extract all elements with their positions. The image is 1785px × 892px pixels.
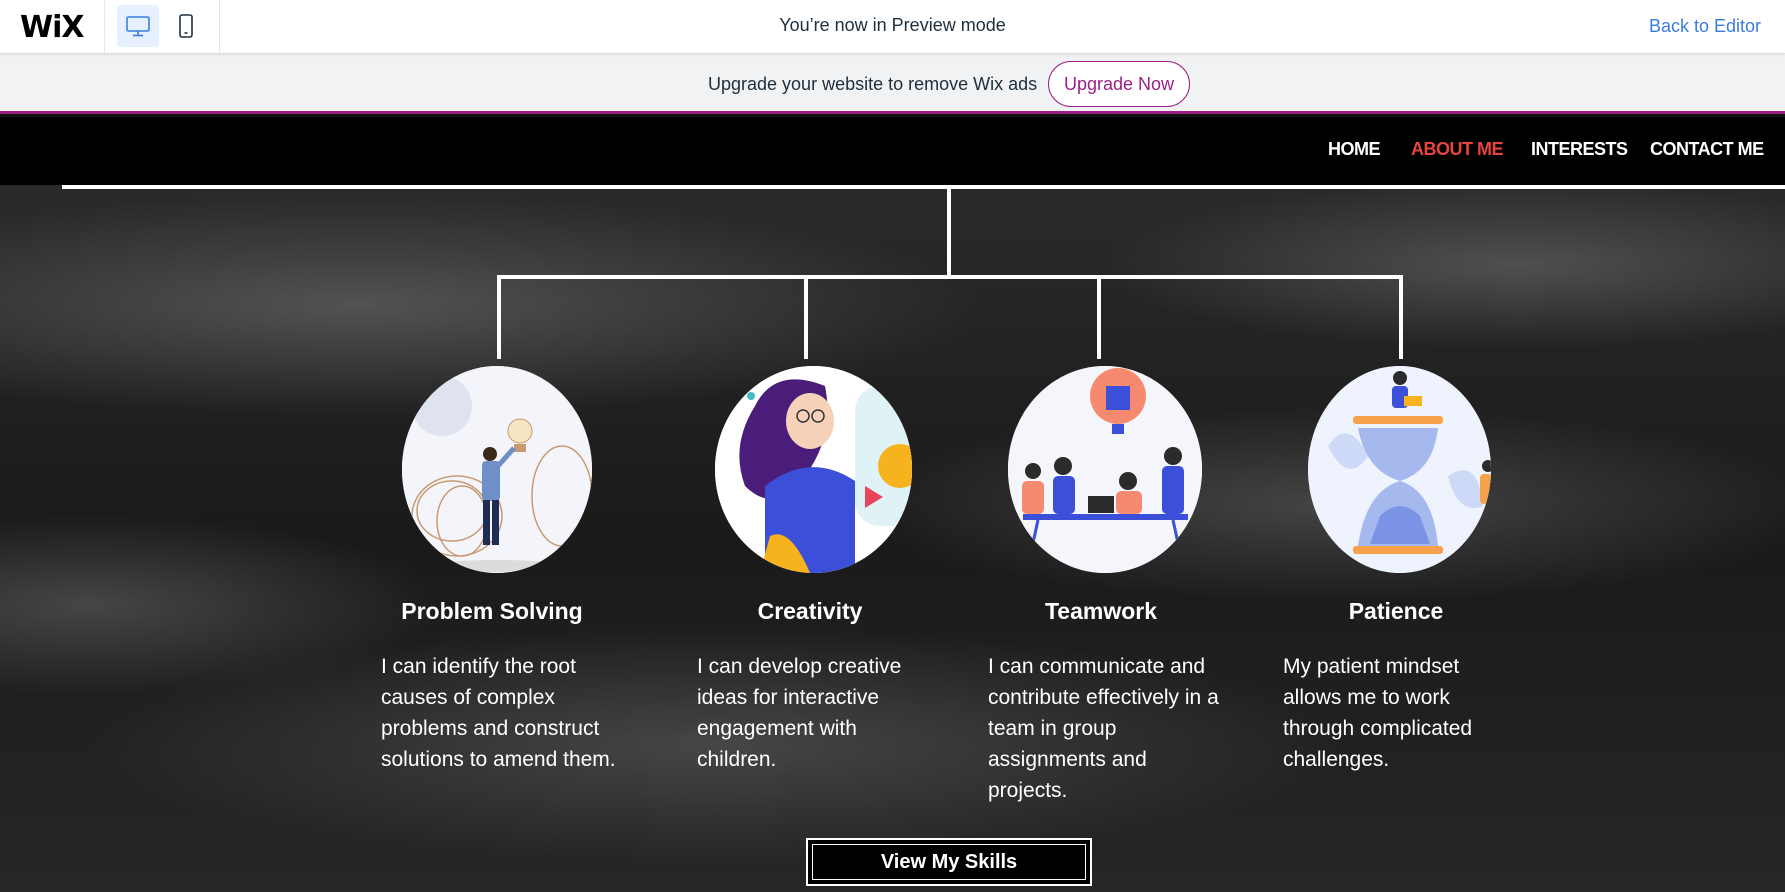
skill-title: Teamwork bbox=[1044, 598, 1158, 624]
connector-line-branch bbox=[1097, 275, 1101, 359]
skills-section bbox=[0, 185, 1785, 892]
view-my-skills-button[interactable]: View My Skills bbox=[806, 838, 1092, 886]
skill-description: I can identify the root causes of comple… bbox=[381, 655, 616, 771]
nav-item-about-me[interactable]: ABOUT ME bbox=[1411, 139, 1504, 160]
horizontal-divider-line bbox=[62, 185, 1785, 189]
connector-line-branch bbox=[497, 275, 501, 359]
problem-solving-image bbox=[402, 366, 592, 573]
mobile-icon bbox=[179, 14, 193, 38]
mobile-view-button[interactable] bbox=[165, 5, 207, 47]
divider bbox=[219, 0, 220, 54]
upgrade-now-button[interactable]: Upgrade Now bbox=[1048, 61, 1190, 107]
site-navigation: HOME ABOUT ME INTERESTS CONTACT ME bbox=[0, 117, 1785, 185]
preview-bar: WiX You’re now in Preview mode Back to E… bbox=[0, 0, 1785, 54]
creative-woman-illustration bbox=[715, 366, 912, 573]
connector-line-branch bbox=[1399, 275, 1403, 359]
wix-ads-banner: Upgrade your website to remove Wix ads U… bbox=[0, 54, 1785, 114]
skill-title: Patience bbox=[1348, 598, 1444, 624]
creativity-image bbox=[715, 366, 912, 573]
divider bbox=[104, 0, 105, 54]
ads-banner-text: Upgrade your website to remove Wix ads bbox=[708, 74, 1038, 94]
nav-item-contact-me[interactable]: CONTACT ME bbox=[1650, 139, 1764, 160]
connector-line-vertical bbox=[947, 189, 951, 279]
view-my-skills-label: View My Skills bbox=[880, 850, 1018, 873]
connector-line-horizontal bbox=[497, 275, 1403, 279]
desktop-view-button[interactable] bbox=[117, 5, 159, 47]
desktop-icon bbox=[126, 16, 150, 37]
skill-description: I can communicate and contribute effecti… bbox=[988, 655, 1219, 802]
wix-logo: WiX bbox=[20, 10, 85, 45]
teamwork-image bbox=[1008, 366, 1202, 573]
connector-line-branch bbox=[804, 275, 808, 359]
preview-mode-message: You’re now in Preview mode bbox=[779, 15, 1006, 35]
lightbulb-idea-illustration bbox=[402, 366, 592, 573]
skill-description: My patient mindset allows me to work thr… bbox=[1283, 655, 1473, 771]
hourglass-illustration bbox=[1308, 366, 1491, 573]
skill-title: Problem Solving bbox=[401, 598, 583, 624]
team-meeting-illustration bbox=[1008, 366, 1202, 573]
nav-item-interests[interactable]: INTERESTS bbox=[1531, 139, 1628, 160]
skill-title: Creativity bbox=[757, 598, 863, 624]
skill-description: I can develop creative ideas for interac… bbox=[697, 655, 902, 771]
patience-image bbox=[1308, 366, 1491, 573]
back-to-editor-link[interactable]: Back to Editor bbox=[1649, 16, 1761, 37]
nav-item-home[interactable]: HOME bbox=[1328, 139, 1381, 160]
